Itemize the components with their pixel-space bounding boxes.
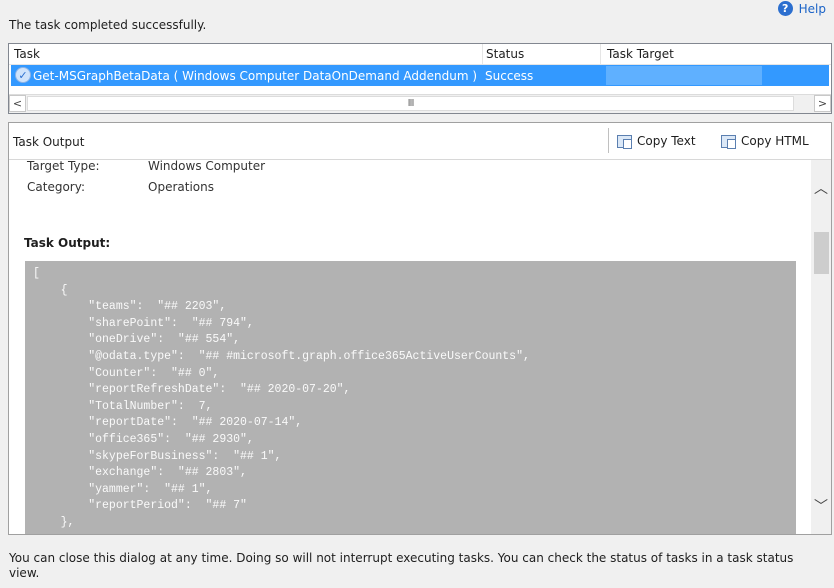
help-label: Help (798, 1, 826, 16)
header-divider (608, 128, 609, 153)
help-icon: ? (777, 1, 793, 16)
status-message: The task completed successfully. (9, 18, 207, 32)
output-panel-title: Task Output (13, 135, 85, 149)
column-divider (482, 44, 483, 64)
target-type-value: Windows Computer (148, 159, 266, 173)
column-header-task[interactable]: Task (14, 47, 40, 61)
code-text: [ { "teams": "## 2203", "sharePoint": "#… (33, 267, 530, 529)
scroll-left-button[interactable]: < (9, 95, 26, 112)
copy-icon (721, 134, 736, 149)
task-target-cell (606, 66, 762, 85)
copy-icon (617, 134, 632, 149)
column-header-status[interactable]: Status (486, 47, 524, 61)
copy-text-button[interactable]: Copy Text (617, 134, 696, 149)
task-output-label: Task Output: (24, 236, 111, 250)
column-divider (600, 44, 601, 64)
scroll-up-icon[interactable]: ︿ (811, 178, 831, 198)
horizontal-scrollbar[interactable]: < III > (9, 94, 831, 113)
task-status-cell: Success (485, 69, 534, 83)
copy-text-label: Copy Text (637, 134, 696, 148)
success-check-icon: ✓ (15, 67, 31, 83)
help-link[interactable]: ? Help (777, 1, 826, 16)
column-header-task-target[interactable]: Task Target (607, 47, 674, 61)
task-output-panel: Task Output Copy Text Copy HTML Target T… (8, 122, 832, 535)
category-label: Category: (27, 180, 85, 194)
task-output-code: [ { "teams": "## 2203", "sharePoint": "#… (25, 261, 796, 534)
output-panel-header: Task Output Copy Text Copy HTML (9, 123, 831, 160)
category-value: Operations (148, 180, 214, 194)
scroll-down-icon[interactable]: ﹀ (811, 496, 831, 516)
scroll-right-button[interactable]: > (814, 95, 831, 112)
scroll-thumb[interactable]: III (27, 96, 794, 111)
task-grid: Task Status Task Target ✓ Get-MSGraphBet… (8, 43, 832, 114)
target-type-label: Target Type: (27, 159, 100, 173)
copy-html-button[interactable]: Copy HTML (721, 134, 809, 149)
task-row[interactable]: ✓ Get-MSGraphBetaData ( Windows Computer… (11, 65, 829, 86)
task-name-cell: Get-MSGraphBetaData ( Windows Computer D… (33, 69, 478, 83)
copy-html-label: Copy HTML (741, 134, 809, 148)
vertical-scrollbar[interactable]: ︿ ﹀ (811, 160, 831, 534)
footer-note: You can close this dialog at any time. D… (9, 551, 794, 580)
scroll-thumb[interactable] (814, 232, 829, 274)
grid-header: Task Status Task Target (9, 44, 831, 65)
